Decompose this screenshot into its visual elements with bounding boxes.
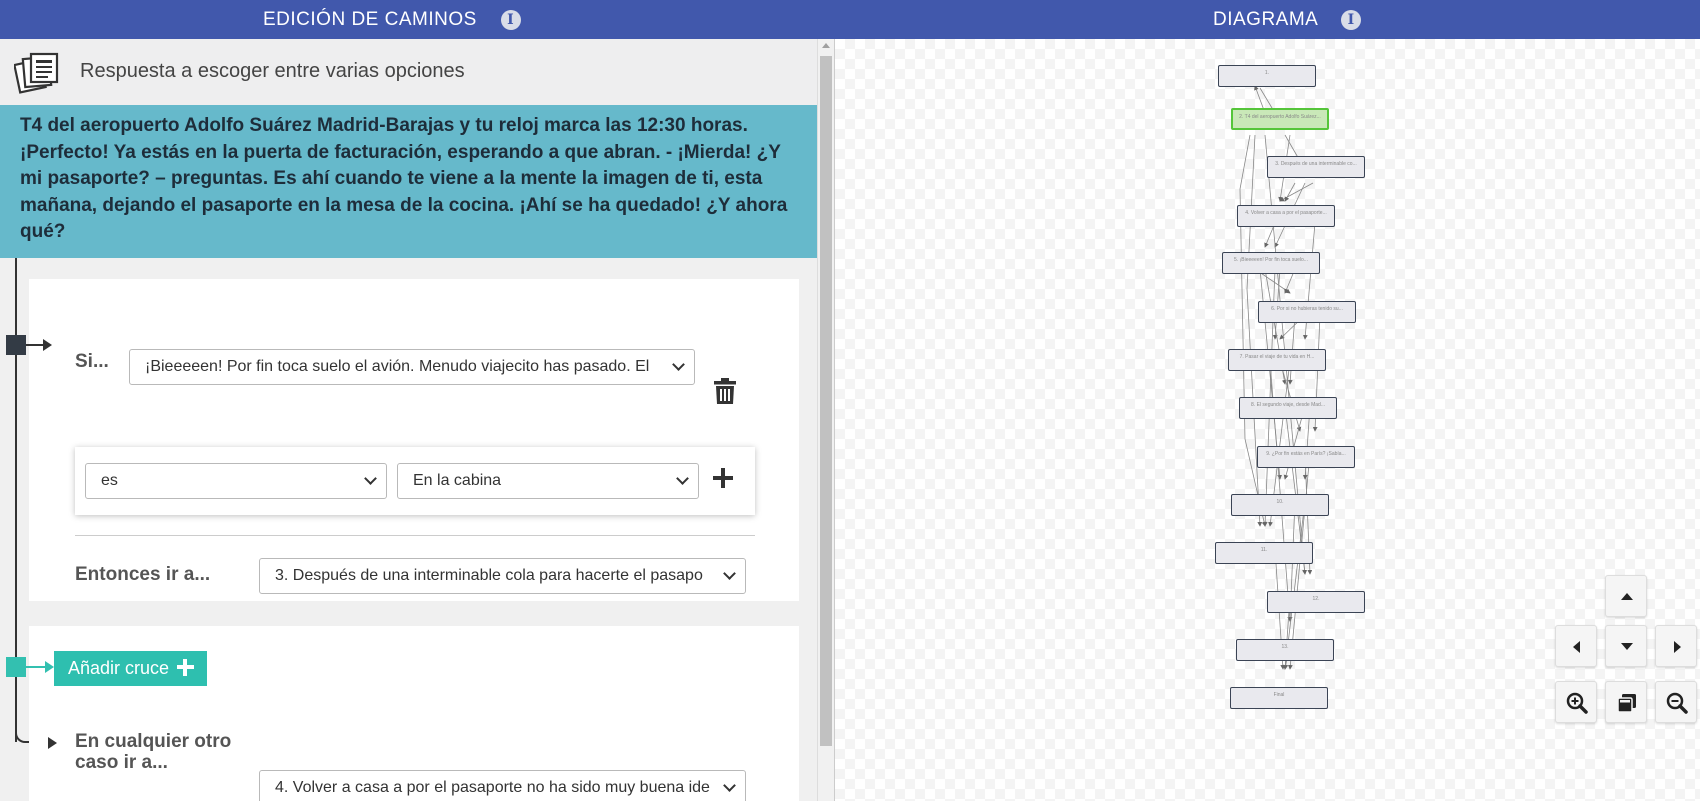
- pan-up-button[interactable]: [1605, 575, 1647, 617]
- plus-icon[interactable]: [712, 467, 734, 489]
- fit-view-button[interactable]: [1605, 681, 1647, 723]
- diagram-node[interactable]: 10.: [1231, 494, 1329, 516]
- condition-card: [29, 279, 799, 601]
- zoom-out-button[interactable]: [1655, 681, 1697, 723]
- chevron-down-icon: [674, 360, 684, 370]
- top-header-bar: EDICIÓN DE CAMINOS i DIAGRAMA i: [0, 0, 1700, 39]
- question-type-label: Respuesta a escoger entre varias opcione…: [80, 60, 465, 82]
- scroll-thumb[interactable]: [820, 56, 832, 746]
- if-answer-select-value: ¡Bieeeeen! Por fin toca suelo el avión. …: [145, 358, 650, 375]
- add-cross-node-marker: [6, 657, 26, 677]
- chevron-down-icon: [678, 474, 688, 484]
- add-cross-arrow: [26, 661, 54, 673]
- zoom-in-button[interactable]: [1555, 681, 1597, 723]
- diagram-node[interactable]: 6. Por si no hubieras tenido su...: [1258, 301, 1356, 323]
- question-text: T4 del aeropuerto Adolfo Suárez Madrid-B…: [0, 105, 817, 258]
- operator-select[interactable]: es: [85, 463, 387, 499]
- arrow-up-icon: [1621, 593, 1633, 600]
- editor-scrollbar[interactable]: [817, 39, 834, 801]
- value-select[interactable]: En la cabina: [397, 463, 699, 499]
- pan-left-button[interactable]: [1555, 625, 1597, 667]
- info-icon[interactable]: i: [500, 9, 521, 30]
- value-select-value: En la cabina: [413, 472, 502, 489]
- diagram-node[interactable]: 5. ¡Bieeeeen! Por fin toca suelo...: [1222, 252, 1320, 274]
- if-answer-select[interactable]: ¡Bieeeeen! Por fin toca suelo el avión. …: [129, 349, 695, 385]
- cards-stack-icon: [14, 52, 59, 94]
- diagram-node[interactable]: 9. ¿Por fin estás en París? ¡Sabía...: [1257, 446, 1355, 468]
- operator-select-value: es: [101, 472, 118, 489]
- chevron-down-icon: [725, 781, 735, 791]
- editor-title-text: EDICIÓN DE CAMINOS: [263, 9, 477, 30]
- trash-icon[interactable]: [714, 378, 736, 404]
- diagram-node[interactable]: 1.: [1218, 65, 1316, 87]
- diagram-node-active[interactable]: 2. T4 del aeropuerto Adolfo Suárez...: [1231, 108, 1329, 130]
- if-label: Si...: [75, 351, 109, 372]
- condition-arrow: [26, 339, 52, 351]
- chevron-down-icon: [366, 474, 376, 484]
- pan-down-button[interactable]: [1605, 625, 1647, 667]
- else-label: En cualquier otro caso ir a...: [75, 731, 232, 773]
- diagram-title-text: DIAGRAMA: [1213, 9, 1318, 30]
- diagram-node[interactable]: 7. Pasar el viaje de tu vida en H...: [1228, 349, 1326, 371]
- section-divider: [75, 535, 755, 536]
- else-goto-select[interactable]: 4. Volver a casa a por el pasaporte no h…: [259, 770, 746, 801]
- add-cross-button[interactable]: Añadir cruce: [54, 651, 207, 686]
- else-goto-select-value: 4. Volver a casa a por el pasaporte no h…: [275, 779, 710, 796]
- default-path-arrow: [48, 737, 57, 749]
- diagram-node[interactable]: 8. El segundo viaje, desde Mad...: [1239, 397, 1337, 419]
- fit-view-icon: [1617, 694, 1636, 713]
- arrow-left-icon: [1573, 641, 1580, 653]
- zoom-out-icon: [1666, 692, 1688, 714]
- diagram-node[interactable]: Final: [1230, 687, 1328, 709]
- chevron-down-icon: [725, 569, 735, 579]
- diagram-node[interactable]: 3. Después de una interminable co...: [1267, 156, 1365, 178]
- plus-icon: [177, 659, 194, 676]
- scroll-up-arrow[interactable]: [822, 43, 830, 48]
- info-icon[interactable]: i: [1341, 9, 1362, 30]
- condition-node-marker: [6, 335, 26, 355]
- diagram-node[interactable]: 11.: [1215, 542, 1313, 564]
- diagram-panel[interactable]: 1. 2. T4 del aeropuerto Adolfo Suárez...…: [835, 39, 1700, 801]
- then-goto-select-value: 3. Después de una interminable cola para…: [275, 567, 703, 584]
- arrow-right-icon: [1674, 641, 1681, 653]
- arrow-down-icon: [1621, 643, 1633, 650]
- editor-panel-title: EDICIÓN DE CAMINOS i: [263, 0, 521, 39]
- path-editor-panel: Respuesta a escoger entre varias opcione…: [0, 39, 834, 801]
- add-cross-button-label: Añadir cruce: [68, 658, 170, 678]
- then-goto-select[interactable]: 3. Después de una interminable cola para…: [259, 558, 746, 594]
- question-header: Respuesta a escoger entre varias opcione…: [0, 39, 817, 105]
- diagram-node[interactable]: 13.: [1236, 639, 1334, 661]
- pan-right-button[interactable]: [1655, 625, 1697, 667]
- diagram-panel-title: DIAGRAMA i: [1213, 0, 1362, 39]
- then-label: Entonces ir a...: [75, 564, 211, 585]
- diagram-node[interactable]: 4. Volver a casa a por el pasaporte...: [1237, 205, 1335, 227]
- zoom-in-icon: [1566, 692, 1588, 714]
- diagram-node[interactable]: 12.: [1267, 591, 1365, 613]
